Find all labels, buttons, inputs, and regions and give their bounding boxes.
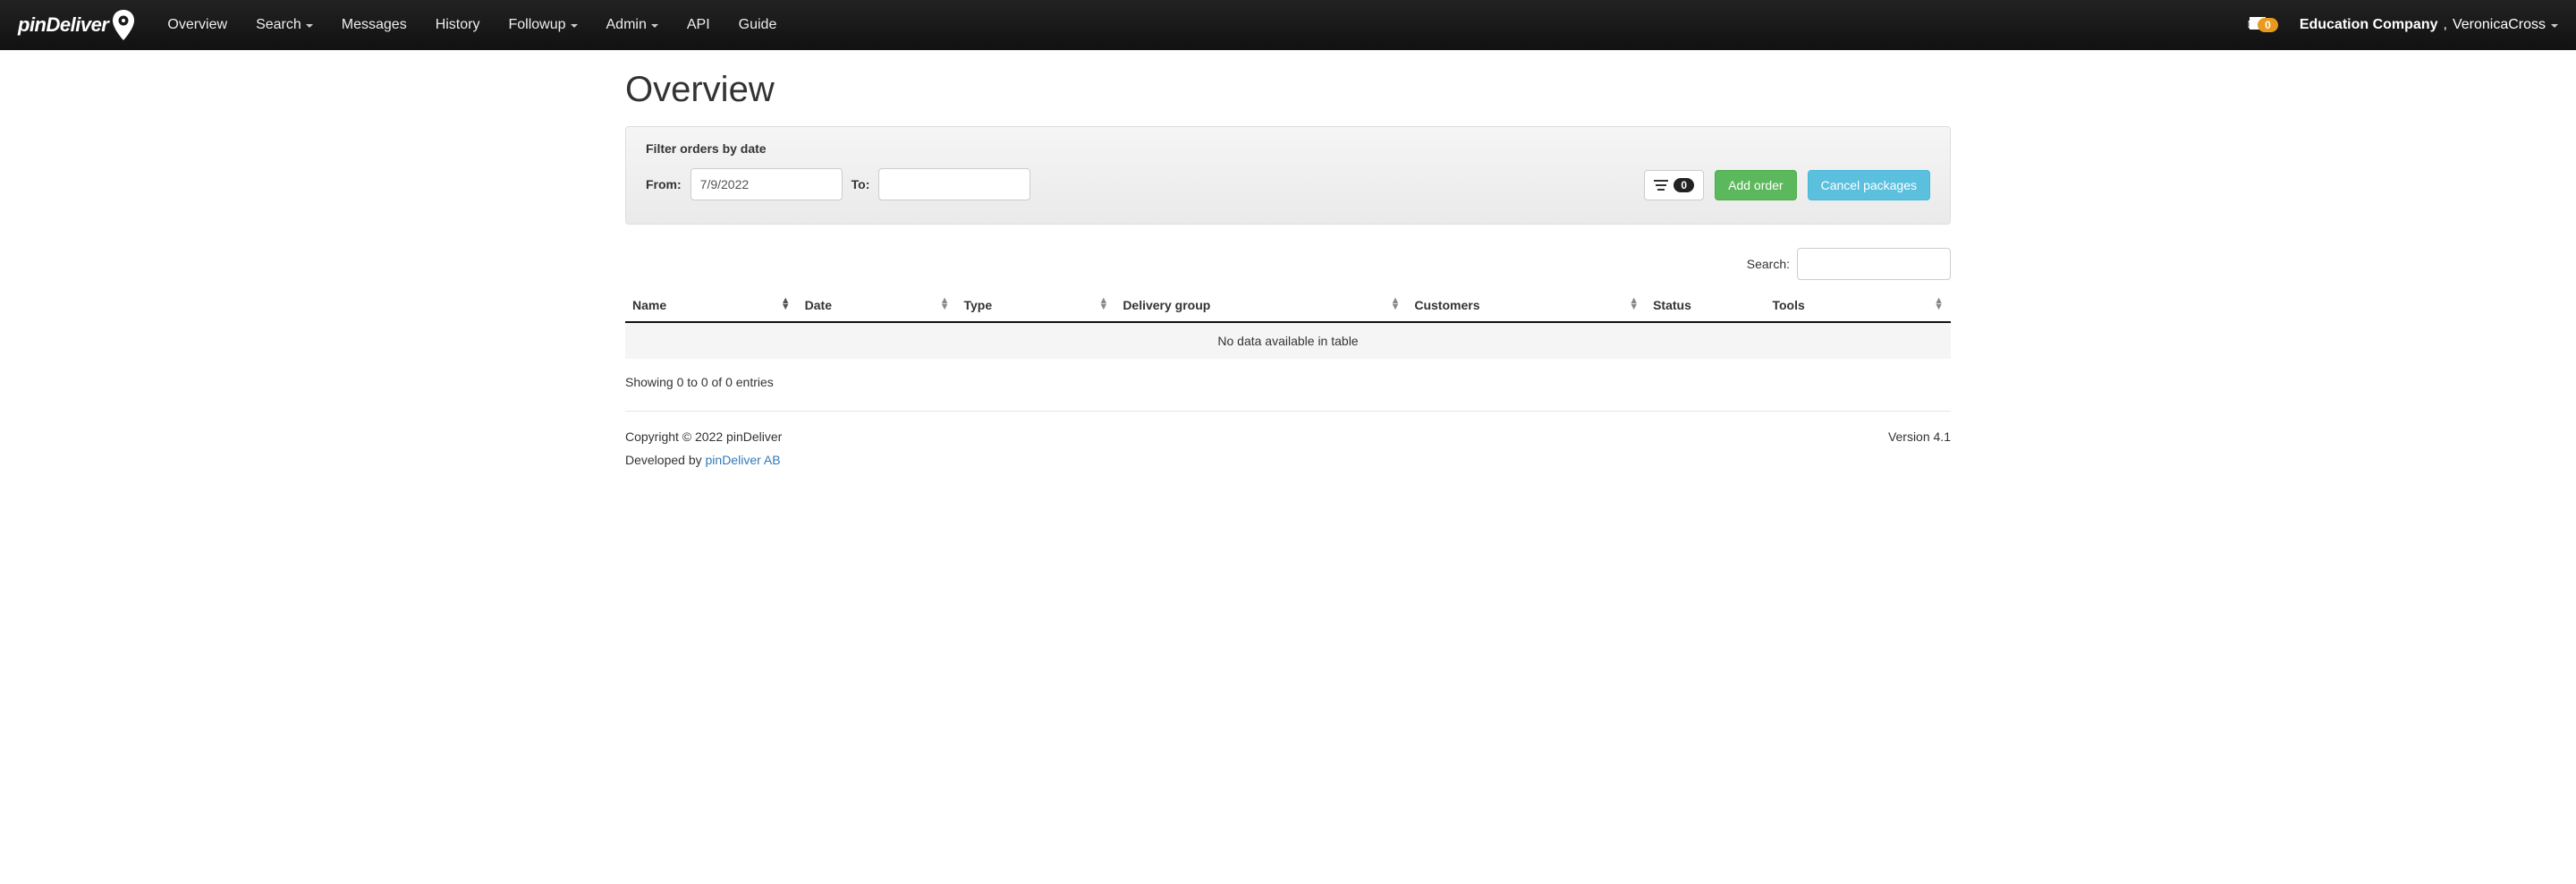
nav-guide[interactable]: Guide xyxy=(724,1,792,49)
chevron-down-icon xyxy=(306,24,313,28)
chevron-down-icon xyxy=(571,24,578,28)
chevron-down-icon xyxy=(2551,24,2558,28)
table-empty-row: No data available in table xyxy=(625,322,1951,359)
col-label: Tools xyxy=(1772,298,1804,312)
col-date[interactable]: Date ▲▼ xyxy=(798,289,957,322)
sort-icon: ▲▼ xyxy=(1934,298,1944,310)
nav-label: Search xyxy=(256,17,301,33)
col-tools[interactable]: Tools ▲▼ xyxy=(1765,289,1951,322)
page-container: Overview Filter orders by date From: To:… xyxy=(622,70,1954,467)
user-menu[interactable]: Education Company, VeronicaCross xyxy=(2300,17,2558,33)
queue-button[interactable]: 0 xyxy=(1644,170,1704,200)
nav-label: API xyxy=(687,17,710,33)
table-search-input[interactable] xyxy=(1797,248,1951,280)
footer-developed: Developed by pinDeliver AB xyxy=(625,453,1951,467)
pin-icon xyxy=(112,10,135,40)
page-title: Overview xyxy=(625,70,1951,110)
nav-overview[interactable]: Overview xyxy=(153,1,242,49)
col-label: Name xyxy=(632,298,666,312)
table-search-row: Search: xyxy=(625,248,1951,280)
col-customers[interactable]: Customers ▲▼ xyxy=(1407,289,1646,322)
nav-items: Overview Search Messages History Followu… xyxy=(153,1,791,49)
col-type[interactable]: Type ▲▼ xyxy=(956,289,1115,322)
brand-text: pinDeliver xyxy=(18,13,108,37)
empty-text: No data available in table xyxy=(625,322,1951,359)
user-company: Education Company xyxy=(2300,17,2438,33)
nav-label: Guide xyxy=(739,17,777,33)
nav-admin[interactable]: Admin xyxy=(592,1,673,49)
from-date-input[interactable] xyxy=(691,168,843,200)
nav-followup[interactable]: Followup xyxy=(494,1,591,49)
col-label: Date xyxy=(805,298,832,312)
cancel-packages-button[interactable]: Cancel packages xyxy=(1808,170,1930,200)
col-delivery-group[interactable]: Delivery group ▲▼ xyxy=(1115,289,1407,322)
sort-icon: ▲▼ xyxy=(781,298,791,310)
col-label: Status xyxy=(1653,298,1691,312)
col-label: Delivery group xyxy=(1123,298,1210,312)
nav-label: History xyxy=(436,17,480,33)
nav-messages[interactable]: Messages xyxy=(327,1,421,49)
from-label: From: xyxy=(646,177,682,191)
button-label: Cancel packages xyxy=(1821,178,1917,192)
filter-row: From: To: xyxy=(646,168,1030,200)
chevron-down-icon xyxy=(651,24,658,28)
panel-actions: 0 Add order Cancel packages xyxy=(1644,170,1930,200)
sort-icon: ▲▼ xyxy=(940,298,950,310)
developed-prefix: Developed by xyxy=(625,453,706,467)
nav-label: Admin xyxy=(606,17,647,33)
nav-label: Followup xyxy=(508,17,565,33)
nav-api[interactable]: API xyxy=(673,1,724,49)
nav-search[interactable]: Search xyxy=(242,1,327,49)
nav-label: Overview xyxy=(167,17,227,33)
developer-link[interactable]: pinDeliver AB xyxy=(706,453,781,467)
list-icon xyxy=(1654,179,1668,191)
version-text: Version 4.1 xyxy=(1888,429,1951,444)
copyright-text: Copyright © 2022 pinDeliver xyxy=(625,429,782,444)
messages-indicator[interactable]: ✉ 0 xyxy=(2250,16,2278,34)
nav-right: ✉ 0 Education Company, VeronicaCross xyxy=(2250,16,2558,34)
footer-separator xyxy=(625,411,1951,412)
footer-row: Copyright © 2022 pinDeliver Version 4.1 xyxy=(625,429,1951,444)
nav-history[interactable]: History xyxy=(421,1,495,49)
search-label: Search: xyxy=(1747,257,1790,271)
filter-panel: Filter orders by date From: To: 0 Add or… xyxy=(625,126,1951,225)
filter-panel-title: Filter orders by date xyxy=(646,141,767,156)
queue-count-badge: 0 xyxy=(1674,178,1694,192)
add-order-button[interactable]: Add order xyxy=(1715,170,1796,200)
col-label: Customers xyxy=(1414,298,1479,312)
entries-info: Showing 0 to 0 of 0 entries xyxy=(625,375,1951,389)
user-name: VeronicaCross xyxy=(2453,17,2546,33)
brand-logo[interactable]: pinDeliver xyxy=(18,10,135,40)
to-label: To: xyxy=(852,177,870,191)
orders-table: Name ▲▼ Date ▲▼ Type ▲▼ Delivery group ▲… xyxy=(625,289,1951,359)
button-label: Add order xyxy=(1728,178,1783,192)
sort-icon: ▲▼ xyxy=(1390,298,1400,310)
col-status[interactable]: Status xyxy=(1646,289,1765,322)
col-label: Type xyxy=(963,298,992,312)
table-header-row: Name ▲▼ Date ▲▼ Type ▲▼ Delivery group ▲… xyxy=(625,289,1951,322)
navbar: pinDeliver Overview Search Messages Hist… xyxy=(0,0,2576,50)
mail-count-badge: 0 xyxy=(2258,18,2278,32)
sort-icon: ▲▼ xyxy=(1629,298,1639,310)
to-date-input[interactable] xyxy=(878,168,1030,200)
nav-label: Messages xyxy=(342,17,407,33)
col-name[interactable]: Name ▲▼ xyxy=(625,289,798,322)
sort-icon: ▲▼ xyxy=(1098,298,1108,310)
